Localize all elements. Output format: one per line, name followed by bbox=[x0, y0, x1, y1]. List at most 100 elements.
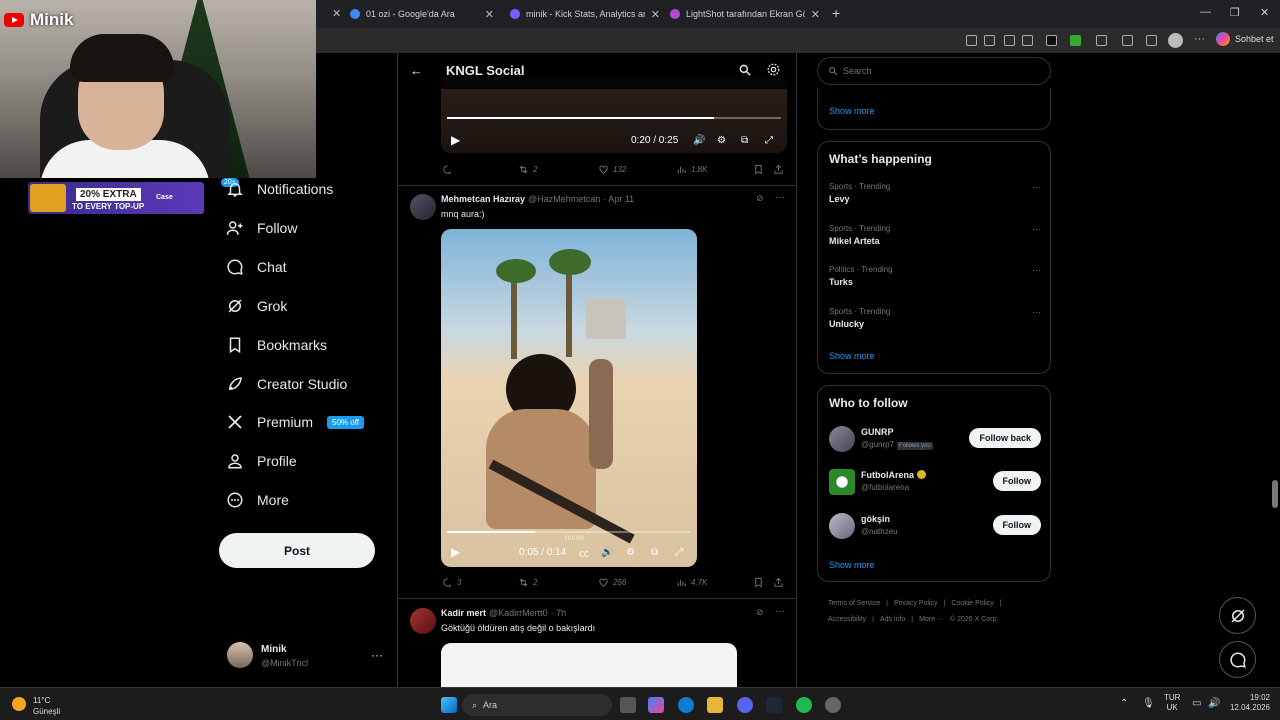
grok-floating-button[interactable] bbox=[1219, 597, 1256, 634]
footer-link-ads[interactable]: Ads info bbox=[880, 616, 905, 623]
read-aloud-icon[interactable] bbox=[1004, 35, 1015, 46]
settings-icon[interactable]: ⚙ bbox=[717, 135, 726, 146]
browser-menu-icon[interactable]: ··· bbox=[1194, 33, 1205, 45]
volume-icon[interactable]: 🔊 bbox=[1208, 698, 1220, 709]
tweet-media[interactable] bbox=[441, 643, 737, 687]
nav-premium[interactable]: Premium 50% off bbox=[226, 413, 364, 431]
pip-icon[interactable]: ⧉ bbox=[651, 547, 658, 558]
grok-explain-icon[interactable]: ⊘ bbox=[756, 607, 764, 618]
profile-avatar-icon[interactable] bbox=[1168, 33, 1183, 48]
author-handle[interactable]: @HazMehmetcan bbox=[528, 194, 600, 204]
trend-more-icon[interactable]: ··· bbox=[1032, 307, 1041, 317]
views-button[interactable]: 4.7K bbox=[676, 577, 707, 588]
gear-icon[interactable] bbox=[766, 62, 781, 77]
microphone-icon[interactable]: 🎙 bbox=[1142, 698, 1155, 709]
bookmark-button[interactable] bbox=[753, 164, 768, 175]
follow-button[interactable]: Follow bbox=[992, 515, 1041, 535]
steam-icon[interactable] bbox=[766, 697, 782, 713]
account-switcher[interactable]: Minik @MinikTncl ··· bbox=[227, 642, 387, 672]
trend-more-icon[interactable]: ··· bbox=[1032, 224, 1041, 234]
follow-suggestion[interactable]: GUNRP @gunrp7 Follows you Follow back bbox=[829, 425, 1041, 455]
extension-icon[interactable] bbox=[966, 35, 977, 46]
grok-explain-icon[interactable]: ⊘ bbox=[756, 193, 764, 204]
extension-icon[interactable] bbox=[1122, 35, 1133, 46]
search-input[interactable]: Search bbox=[817, 57, 1051, 85]
maximize-icon[interactable]: ❐ bbox=[1230, 6, 1240, 19]
avatar[interactable] bbox=[410, 194, 436, 220]
tweet-more-icon[interactable]: ··· bbox=[775, 606, 785, 617]
footer-link-privacy[interactable]: Privacy Policy bbox=[894, 600, 938, 607]
repost-button[interactable]: 2 bbox=[518, 577, 537, 588]
post-button[interactable]: Post bbox=[219, 533, 375, 568]
trend-more-icon[interactable]: ··· bbox=[1032, 182, 1041, 192]
video-progress-bar[interactable] bbox=[447, 117, 781, 119]
spotify-icon[interactable] bbox=[796, 697, 812, 713]
trend-item[interactable]: Sports · Trending Levy ··· bbox=[829, 182, 1041, 204]
repost-button[interactable]: 2 bbox=[518, 164, 537, 175]
nav-more[interactable]: More bbox=[226, 491, 289, 509]
nav-grok[interactable]: Grok bbox=[226, 297, 287, 315]
account-more-icon[interactable]: ··· bbox=[371, 648, 383, 662]
follow-suggestion[interactable]: FutbolArena @futbolarena Follow bbox=[829, 468, 1041, 498]
nav-follow[interactable]: Follow bbox=[226, 219, 297, 237]
footer-link-cookie[interactable]: Cookie Policy bbox=[951, 600, 993, 607]
fullscreen-icon[interactable]: ⤢ bbox=[675, 547, 683, 558]
taskbar-search[interactable]: ⌕ Ara bbox=[462, 694, 612, 716]
trend-more-icon[interactable]: ··· bbox=[1032, 265, 1041, 275]
copilot-chat-button[interactable]: Sohbet et bbox=[1216, 32, 1274, 46]
system-clock[interactable]: 19:02 12.04.2026 bbox=[1222, 693, 1270, 713]
task-view-icon[interactable] bbox=[620, 697, 636, 713]
new-tab-button[interactable]: + bbox=[832, 5, 840, 21]
close-tab-icon[interactable]: ✕ bbox=[651, 8, 660, 21]
trend-item[interactable]: Politics · Trending Turks ··· bbox=[829, 265, 1041, 287]
minimize-icon[interactable]: — bbox=[1200, 6, 1211, 18]
share-button[interactable] bbox=[773, 577, 788, 588]
fullscreen-icon[interactable]: ⤢ bbox=[765, 135, 773, 146]
reply-button[interactable]: 3 bbox=[442, 577, 461, 588]
bookmark-button[interactable] bbox=[753, 577, 768, 588]
back-arrow-icon[interactable]: ← bbox=[410, 63, 423, 78]
browser-tab-kick-stats[interactable]: minik - Kick Stats, Analytics and C ✕ bbox=[510, 4, 660, 24]
edge-icon[interactable] bbox=[678, 697, 694, 713]
trend-item[interactable]: Sports · Trending Unlucky ··· bbox=[829, 307, 1041, 329]
close-window-icon[interactable]: ✕ bbox=[1260, 6, 1269, 19]
author-name[interactable]: Kadir mert bbox=[441, 608, 486, 618]
video-progress-bar[interactable] bbox=[447, 531, 691, 533]
tweet-more-icon[interactable]: ··· bbox=[775, 192, 785, 203]
nav-bookmarks[interactable]: Bookmarks bbox=[226, 336, 327, 354]
discord-icon[interactable] bbox=[737, 697, 753, 713]
close-tab-icon[interactable]: ✕ bbox=[485, 8, 494, 21]
extension-icon[interactable] bbox=[1070, 35, 1081, 46]
show-more-link[interactable]: Show more bbox=[829, 106, 875, 116]
tweet-video-player[interactable]: mcan ▶ 0:05 / 0:14 ㏄ 🔊 ⚙ ⧉ ⤢ bbox=[441, 229, 697, 567]
volume-icon[interactable]: 🔊 bbox=[601, 547, 613, 558]
show-more-link[interactable]: Show more bbox=[829, 560, 875, 570]
nav-profile[interactable]: Profile bbox=[226, 452, 297, 470]
volume-icon[interactable]: 🔊 bbox=[693, 135, 705, 146]
views-button[interactable]: 1.8K bbox=[676, 164, 707, 175]
windows-start-icon[interactable] bbox=[441, 697, 457, 713]
tweet-date[interactable]: · 7h bbox=[551, 608, 567, 618]
footer-link-accessibility[interactable]: Accessibility bbox=[828, 616, 866, 623]
author-name[interactable]: Mehmetcan Hazıray bbox=[441, 194, 525, 204]
play-icon[interactable]: ▶ bbox=[451, 545, 460, 559]
tray-overflow-icon[interactable]: ⌃ bbox=[1120, 698, 1128, 709]
messages-floating-button[interactable] bbox=[1219, 641, 1256, 678]
nav-creator-studio[interactable]: Creator Studio bbox=[226, 375, 347, 393]
search-icon[interactable] bbox=[738, 63, 752, 77]
share-button[interactable] bbox=[773, 164, 788, 175]
translate-icon[interactable] bbox=[984, 35, 995, 46]
play-icon[interactable]: ▶ bbox=[451, 133, 460, 147]
captions-icon[interactable]: ㏄ bbox=[579, 545, 589, 560]
copilot-icon[interactable] bbox=[648, 697, 664, 713]
nav-notifications[interactable]: Notifications bbox=[226, 180, 333, 198]
footer-link-more[interactable]: More ··· bbox=[919, 616, 944, 623]
reply-button[interactable] bbox=[442, 164, 457, 175]
scrollbar-thumb[interactable] bbox=[1272, 480, 1278, 508]
settings-icon[interactable]: ⚙ bbox=[626, 547, 635, 558]
nav-chat[interactable]: Chat bbox=[226, 258, 287, 276]
show-more-link[interactable]: Show more bbox=[829, 351, 875, 361]
extension-icon[interactable] bbox=[1046, 35, 1057, 46]
like-button[interactable]: 256 bbox=[598, 577, 626, 588]
footer-link-terms[interactable]: Terms of Service bbox=[828, 600, 880, 607]
